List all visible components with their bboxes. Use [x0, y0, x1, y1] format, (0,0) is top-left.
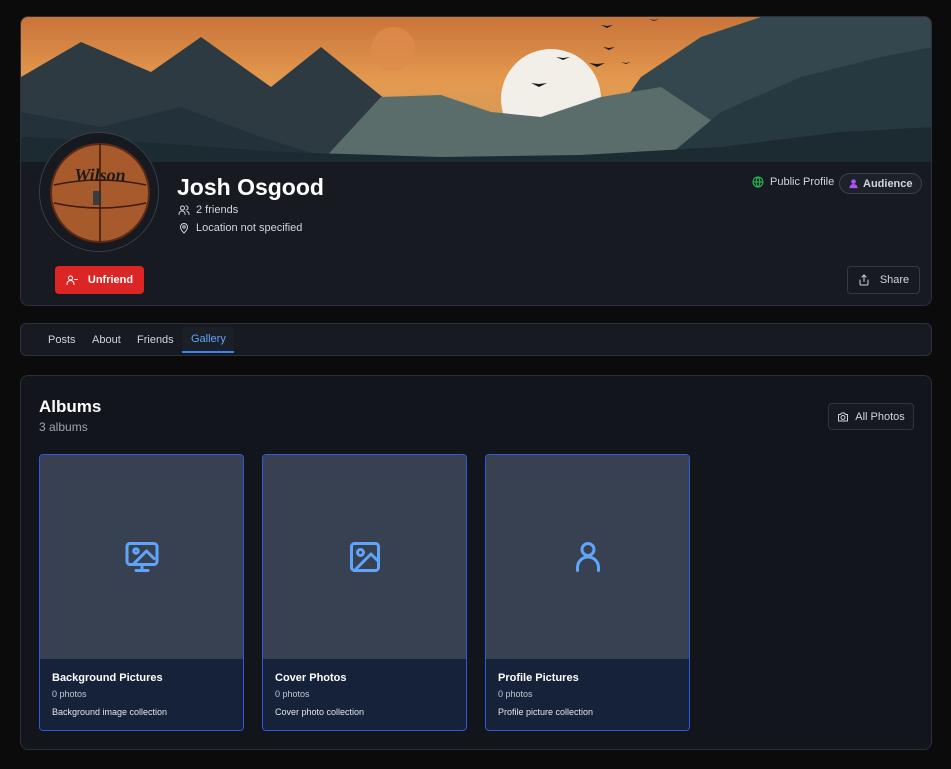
location-text: Location not specified	[196, 222, 303, 234]
location-row: Location not specified	[178, 222, 302, 234]
tab-about[interactable]: About	[92, 334, 121, 346]
users-icon	[178, 205, 190, 215]
share-button[interactable]: Share	[847, 266, 920, 294]
album-card-profile-pictures[interactable]: Profile Pictures 0 photos Profile pictur…	[485, 454, 690, 731]
globe-icon	[752, 176, 764, 188]
public-profile-label: Public Profile	[770, 176, 835, 188]
image-display-icon	[125, 542, 158, 572]
share-icon	[859, 274, 869, 286]
all-photos-button[interactable]: All Photos	[828, 403, 914, 430]
map-pin-icon	[179, 223, 189, 234]
album-thumbnail	[486, 455, 689, 659]
avatar-logo-text: Wilson	[74, 165, 125, 185]
camera-icon	[838, 412, 849, 421]
user-icon	[849, 179, 858, 189]
album-name: Profile Pictures	[498, 672, 579, 684]
profile-tabs: Posts About Friends Gallery	[20, 323, 932, 356]
active-tab-indicator	[182, 351, 234, 353]
friends-count: 2 friends	[196, 204, 239, 216]
album-description: Cover photo collection	[275, 707, 365, 717]
unfriend-button[interactable]: Unfriend	[55, 266, 144, 294]
album-thumbnail	[263, 455, 466, 659]
image-icon	[349, 542, 380, 572]
album-description: Background image collection	[52, 707, 168, 717]
album-name: Cover Photos	[275, 672, 347, 684]
profile-name: Josh Osgood	[177, 174, 324, 200]
albums-section: Albums 3 albums All Photos Background Pi…	[20, 375, 932, 750]
profile-avatar[interactable]: Wilson	[39, 132, 159, 252]
tab-gallery[interactable]: Gallery	[191, 333, 226, 345]
album-description: Profile picture collection	[498, 707, 594, 717]
share-label: Share	[879, 274, 910, 286]
album-info: Background Pictures 0 photos Background …	[40, 659, 243, 730]
album-info: Cover Photos 0 photos Cover photo collec…	[263, 659, 466, 730]
cover-photo[interactable]	[21, 17, 931, 162]
album-photo-count: 0 photos	[498, 689, 533, 699]
tab-posts[interactable]: Posts	[48, 334, 76, 346]
album-photo-count: 0 photos	[52, 689, 87, 699]
profile-header-card: Wilson Josh Osgood 2 friends Location no…	[20, 16, 932, 306]
unfriend-label: Unfriend	[87, 274, 134, 286]
audience-label: Audience	[863, 177, 913, 190]
albums-title: Albums	[39, 397, 102, 416]
public-profile-indicator: Public Profile	[752, 176, 834, 188]
album-photo-count: 0 photos	[275, 689, 310, 699]
user-minus-icon	[66, 275, 78, 285]
album-info: Profile Pictures 0 photos Profile pictur…	[486, 659, 689, 730]
album-name: Background Pictures	[52, 672, 163, 684]
audience-button[interactable]: Audience	[839, 173, 922, 194]
album-card-cover-photos[interactable]: Cover Photos 0 photos Cover photo collec…	[262, 454, 467, 731]
albums-count: 3 albums	[39, 420, 88, 434]
user-icon	[575, 542, 600, 572]
album-thumbnail	[40, 455, 243, 659]
album-card-background-pictures[interactable]: Background Pictures 0 photos Background …	[39, 454, 244, 731]
tab-friends[interactable]: Friends	[137, 334, 174, 346]
friends-count-row[interactable]: 2 friends	[178, 204, 238, 216]
all-photos-label: All Photos	[855, 410, 905, 423]
